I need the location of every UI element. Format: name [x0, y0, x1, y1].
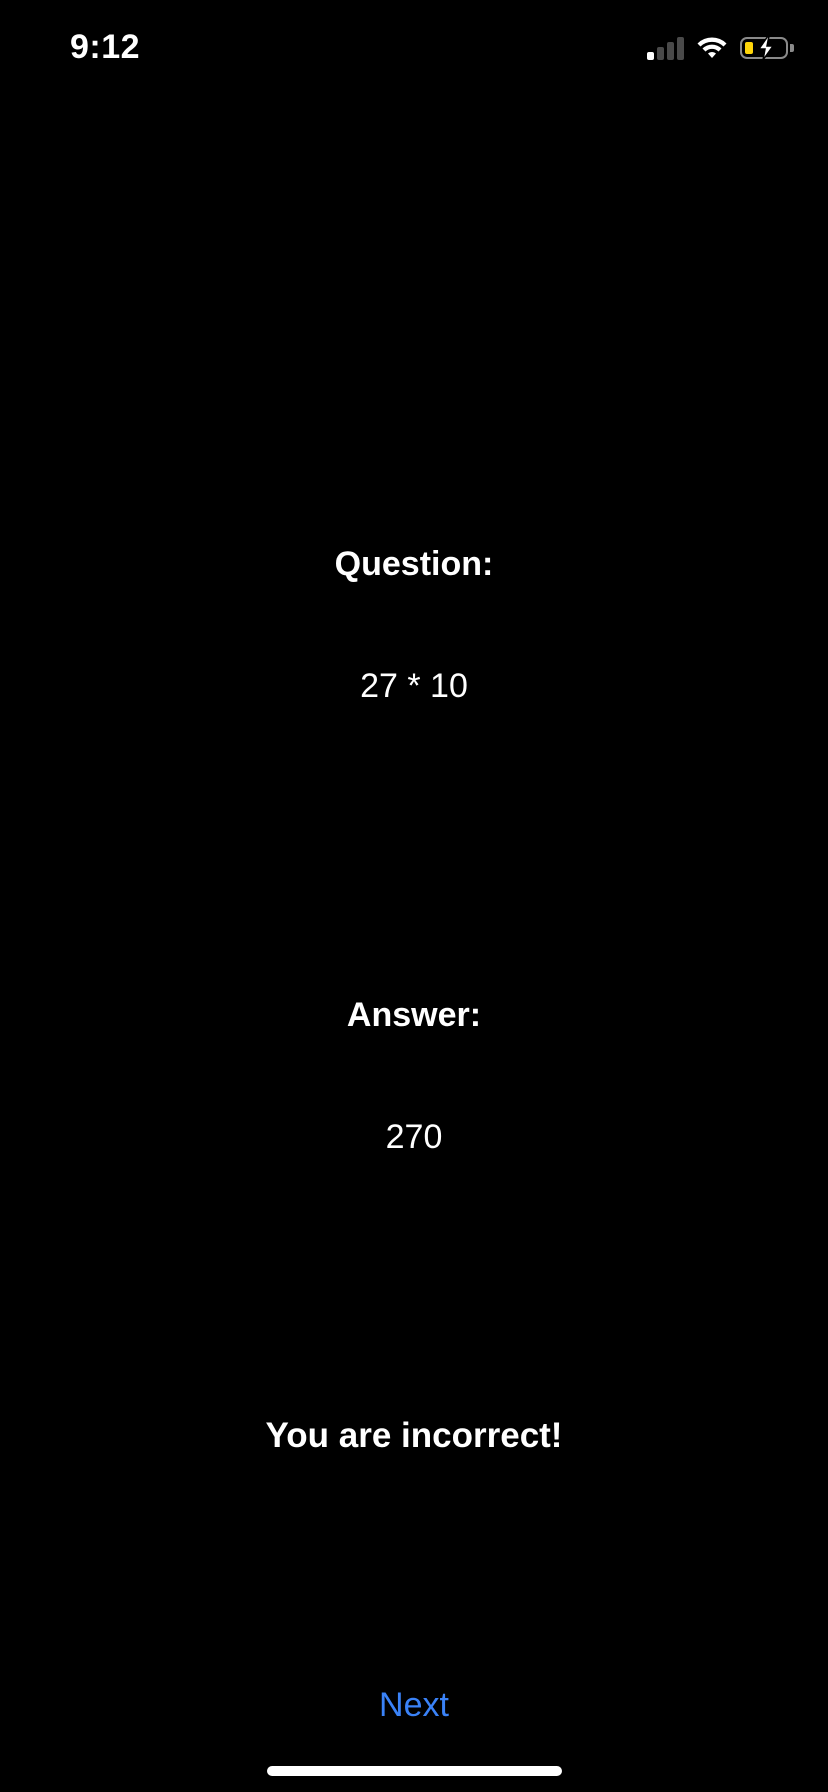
result-message: You are incorrect!	[265, 1416, 563, 1455]
question-label: Question:	[334, 545, 494, 583]
status-bar: 9:12	[0, 0, 828, 100]
question-text: 27 * 10	[360, 667, 468, 705]
battery-level-fill	[745, 42, 753, 54]
next-button[interactable]: Next	[314, 1680, 514, 1730]
lightning-bolt-icon	[757, 35, 775, 61]
cellular-signal-icon	[647, 36, 684, 60]
wifi-icon	[697, 37, 727, 58]
answer-label: Answer:	[346, 996, 482, 1034]
status-time: 9:12	[70, 28, 141, 66]
battery-cap	[790, 44, 794, 52]
status-icons	[647, 35, 794, 61]
home-indicator[interactable]	[267, 1766, 562, 1776]
answer-text: 270	[385, 1118, 443, 1156]
battery-charging-icon	[740, 35, 794, 61]
